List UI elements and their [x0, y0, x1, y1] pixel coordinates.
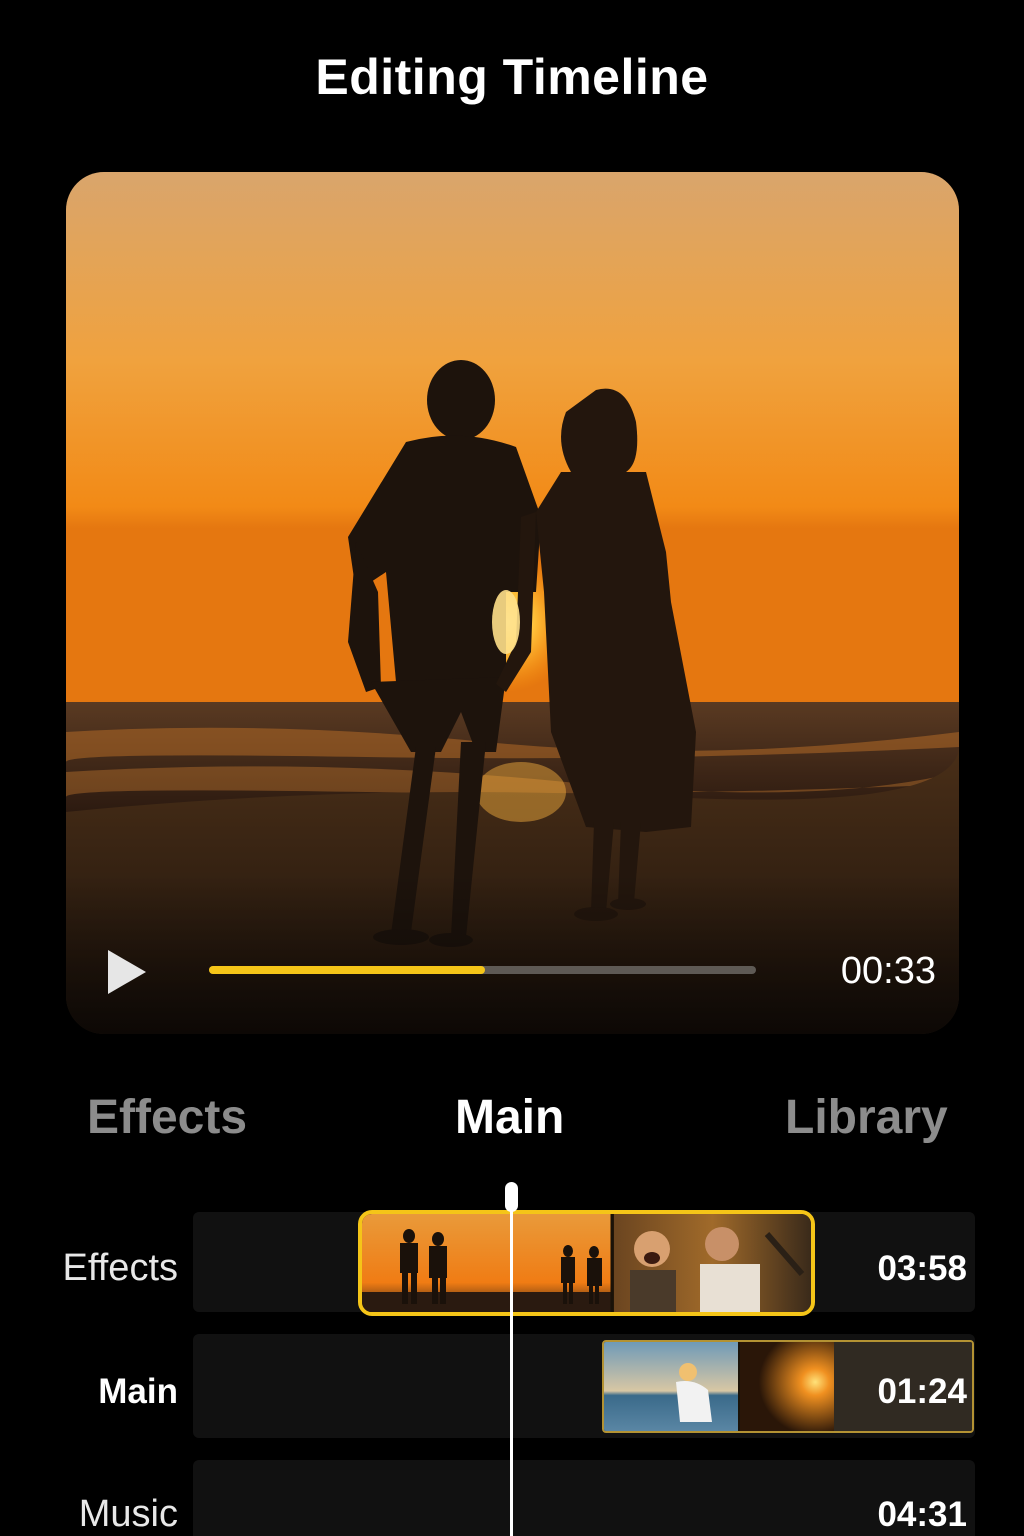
- track-duration-main: 01:24: [877, 1372, 967, 1411]
- playhead-handle[interactable]: [505, 1182, 518, 1212]
- current-time: 00:33: [840, 950, 936, 992]
- tab-library[interactable]: Library: [785, 1090, 948, 1145]
- track-label-main: Main: [98, 1372, 178, 1411]
- selected-clip[interactable]: [358, 1210, 815, 1316]
- track-label-music: Music: [78, 1493, 178, 1535]
- track-duration-effects: 03:58: [877, 1249, 967, 1288]
- clip-thumbnails: [362, 1214, 811, 1312]
- playback-progress-fill: [209, 966, 486, 974]
- playhead-line: [510, 1196, 513, 1536]
- tab-main[interactable]: Main: [455, 1090, 564, 1145]
- video-preview[interactable]: 00:33: [66, 172, 959, 1034]
- track-label-effects: Effects: [62, 1247, 178, 1289]
- track-duration-music: 04:31: [877, 1495, 967, 1534]
- page-title: Editing Timeline: [315, 49, 709, 105]
- play-icon[interactable]: [104, 946, 152, 998]
- playback-scrubber[interactable]: [209, 966, 756, 974]
- track-lane-music[interactable]: 04:31: [193, 1460, 975, 1536]
- editing-app: Editing Timeline 00:33 Effects Main Libr…: [0, 0, 1024, 1536]
- tab-effects[interactable]: Effects: [87, 1090, 247, 1145]
